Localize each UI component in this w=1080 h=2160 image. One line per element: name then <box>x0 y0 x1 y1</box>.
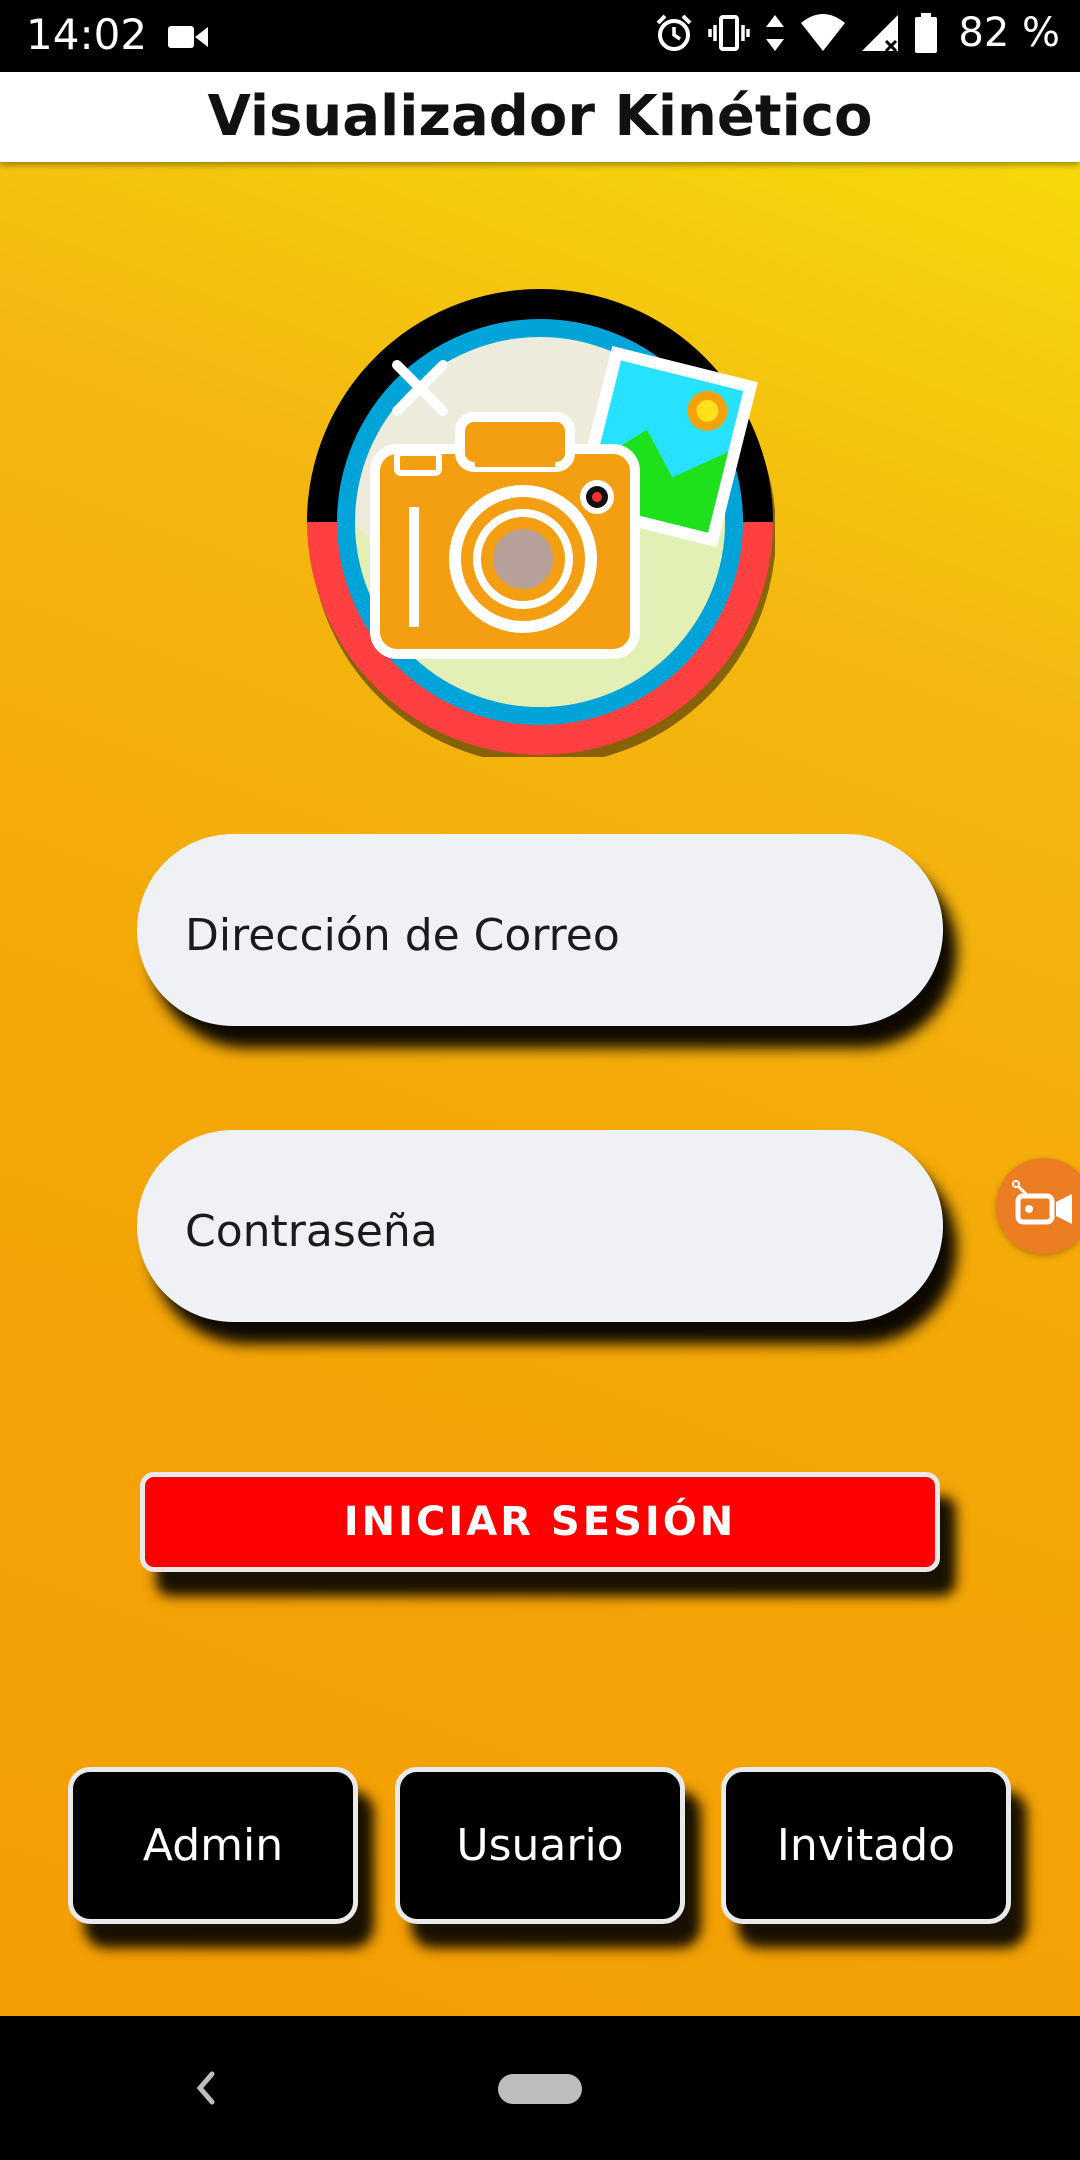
wifi-icon <box>801 14 846 51</box>
signal-icon <box>862 15 899 53</box>
data-arrows-icon <box>766 15 785 51</box>
home-pill-icon[interactable] <box>498 2074 582 2104</box>
screen-recorder-icon <box>1012 1180 1072 1225</box>
email-placeholder: Dirección de Correo <box>185 910 620 961</box>
back-icon[interactable] <box>190 2064 220 2112</box>
login-button[interactable]: INICIAR SESIÓN <box>140 1472 940 1572</box>
alarm-icon <box>656 14 692 51</box>
camera-logo-icon <box>307 289 775 757</box>
battery-icon <box>915 13 938 53</box>
app-title: Visualizador Kinético <box>207 84 873 149</box>
status-icons: 82 % <box>654 10 1060 56</box>
video-camera-icon <box>168 26 208 48</box>
password-field[interactable]: Contraseña <box>137 1130 943 1322</box>
admin-button[interactable]: Admin <box>68 1767 358 1924</box>
status-bar: 14:02 82 % <box>0 0 1080 72</box>
login-screen: Dirección de Correo Contraseña INICIAR S… <box>0 162 1080 2016</box>
status-time: 14:02 <box>26 10 148 59</box>
vibrate-icon <box>708 15 751 51</box>
email-field[interactable]: Dirección de Correo <box>137 834 943 1026</box>
password-placeholder: Contraseña <box>185 1206 438 1257</box>
guest-button[interactable]: Invitado <box>721 1767 1011 1924</box>
battery-percent: 82 % <box>958 10 1060 56</box>
app-bar: Visualizador Kinético <box>0 72 1080 162</box>
navigation-bar <box>0 2016 1080 2160</box>
user-button[interactable]: Usuario <box>395 1767 685 1924</box>
screen-recorder-button[interactable] <box>996 1158 1080 1254</box>
